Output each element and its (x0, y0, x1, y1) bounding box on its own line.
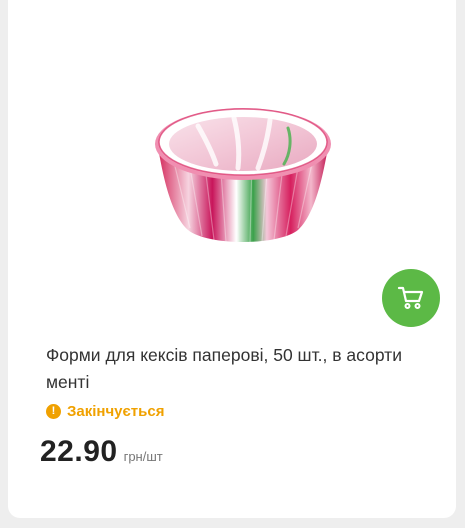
paper-cupcake-liners-image (155, 108, 331, 244)
wishlist-button[interactable] (418, 0, 444, 2)
stock-status: ! Закінчується (46, 403, 164, 420)
shopping-cart-icon (397, 286, 424, 309)
product-title[interactable]: Форми для кексів паперові, 50 шт., в асо… (46, 342, 446, 396)
add-to-cart-button[interactable] (382, 269, 440, 327)
price-row: 22.90 грн/шт (40, 435, 163, 469)
price-value: 22.90 (40, 435, 118, 468)
exclamation-icon: ! (46, 404, 61, 419)
heart-outline-icon (418, 0, 444, 2)
price-unit: грн/шт (123, 449, 163, 464)
product-image[interactable] (138, 92, 348, 252)
stock-status-label: Закінчується (67, 403, 165, 420)
product-card[interactable]: Форми для кексів паперові, 50 шт., в асо… (8, 0, 456, 518)
